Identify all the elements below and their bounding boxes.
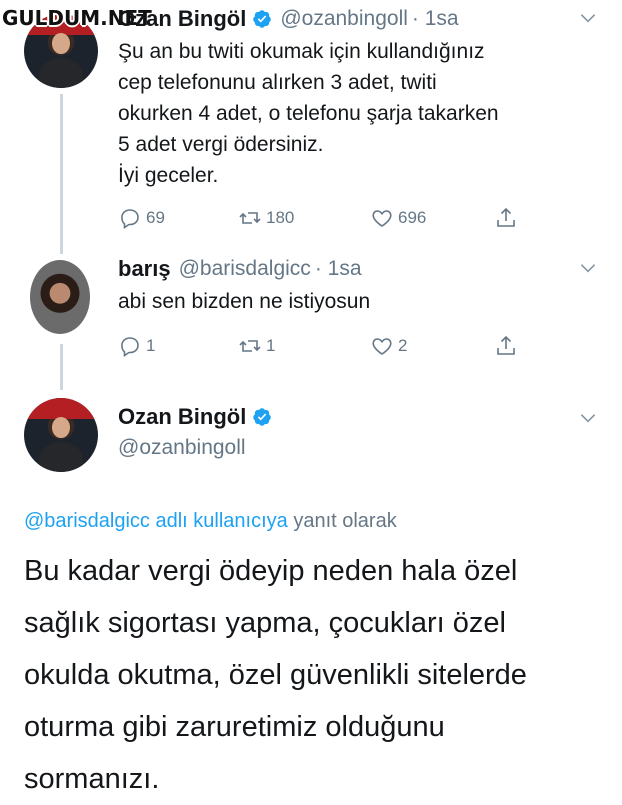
tweet2-retweet-button[interactable]: 1 <box>238 334 370 358</box>
tweet1-retweet-button[interactable]: 180 <box>238 206 370 230</box>
reply-context: @barisdalgicc adlı kullanıcıya yanıt ola… <box>24 510 397 533</box>
tweet1-actions: 69 180 696 <box>118 206 528 230</box>
tweet2-like-button[interactable]: 2 <box>370 334 494 358</box>
avatar-body <box>38 442 84 472</box>
tweet2-retweet-count: 1 <box>266 336 276 355</box>
avatar-face <box>52 33 70 54</box>
tweet1-display-name[interactable]: Ozan Bingöl <box>118 6 246 32</box>
avatar-bg <box>24 398 98 419</box>
heart-icon <box>372 338 392 355</box>
tweet1-share-button[interactable] <box>494 206 518 230</box>
tweet1-time[interactable]: · 1sa <box>412 7 459 31</box>
tweet1-text: Şu an bu twiti okumak için kullandığınız… <box>118 40 499 187</box>
tweet2-time[interactable]: · 1sa <box>315 257 362 281</box>
tweet2-reply-count: 1 <box>146 336 156 355</box>
retweet-icon <box>239 212 261 224</box>
tweet3-display-name[interactable]: Ozan Bingöl <box>118 404 246 430</box>
tweet1-retweet-count: 180 <box>266 208 295 227</box>
verified-badge-icon <box>253 10 272 28</box>
retweet-icon <box>239 340 261 352</box>
tweet1-reply-count: 69 <box>146 208 165 227</box>
reply-to-link[interactable]: @barisdalgicc adlı kullanıcıya <box>24 510 288 532</box>
avatar-baris[interactable] <box>30 260 90 334</box>
reply-to-suffix: yanıt olarak <box>287 510 397 532</box>
tweet2-like-count: 2 <box>398 336 408 355</box>
verified-badge-icon <box>253 408 272 426</box>
tweet2-handle[interactable]: @barisdalgicc <box>179 257 311 281</box>
thread-line <box>60 94 63 254</box>
tweet1-like-count: 696 <box>398 208 427 227</box>
share-icon <box>497 207 515 227</box>
tweet3-text: Bu kadar vergi ödeyip neden hala özel sa… <box>24 555 527 795</box>
tweet3-more-icon[interactable] <box>578 408 598 433</box>
tweet2-display-name[interactable]: barış <box>118 256 171 282</box>
avatar-body <box>38 58 84 88</box>
tweet2-text: abi sen bizden ne istiyosun <box>118 290 371 313</box>
share-icon <box>497 335 515 355</box>
avatar-ozan-2[interactable] <box>24 398 98 472</box>
tweet2-more-icon[interactable] <box>578 258 598 283</box>
heart-icon <box>372 210 392 227</box>
tweet3-header: Ozan Bingöl @ozanbingoll <box>118 404 272 460</box>
tweet1-like-button[interactable]: 696 <box>370 206 494 230</box>
tweet2-actions: 1 1 2 <box>118 334 528 358</box>
tweet2-reply-button[interactable]: 1 <box>118 334 238 358</box>
tweet1-more-icon[interactable] <box>578 8 598 33</box>
thread-line-2 <box>60 344 63 390</box>
tweet3-handle[interactable]: @ozanbingoll <box>118 436 272 460</box>
tweet1-handle[interactable]: @ozanbingoll <box>280 7 408 31</box>
reply-icon <box>121 337 139 357</box>
tweet2-header: barış @barisdalgicc · 1sa <box>118 256 362 282</box>
tweet1-header: Ozan Bingöl @ozanbingoll · 1sa <box>118 6 459 32</box>
reply-icon <box>121 209 139 229</box>
avatar-face <box>52 417 70 438</box>
tweet1-reply-button[interactable]: 69 <box>118 206 238 230</box>
tweet2-share-button[interactable] <box>494 334 518 358</box>
